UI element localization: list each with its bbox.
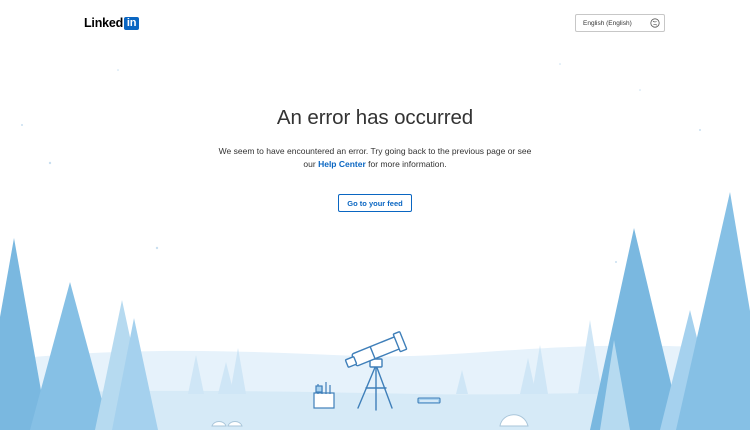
rocks <box>211 414 529 427</box>
left-trees <box>0 238 158 430</box>
language-selected-label: English (English) <box>583 19 632 27</box>
error-message-text-2: for more information. <box>365 159 447 169</box>
bucket-icon <box>313 382 335 409</box>
error-title: An error has occurred <box>276 106 474 129</box>
logo-in-box: in <box>124 16 140 30</box>
snow-ground <box>0 390 750 430</box>
left-distant-trees <box>50 340 246 394</box>
winter-landscape-illustration <box>0 63 750 430</box>
book-icon <box>417 397 441 404</box>
telescope-icon <box>344 331 408 411</box>
right-trees <box>590 192 750 430</box>
error-message: We seem to have encountered an error. Tr… <box>215 145 535 171</box>
right-distant-trees <box>456 320 602 394</box>
error-page: Linked in English (English) An error has … <box>0 0 750 430</box>
language-selector[interactable]: English (English) <box>575 14 665 32</box>
help-center-link[interactable]: Help Center <box>318 159 366 169</box>
logo-text: Linked <box>84 16 124 30</box>
globe-icon <box>650 18 660 28</box>
linkedin-logo[interactable]: Linked in <box>84 15 140 31</box>
snow-hill <box>0 345 750 430</box>
go-to-feed-button[interactable]: Go to your feed <box>338 194 412 212</box>
